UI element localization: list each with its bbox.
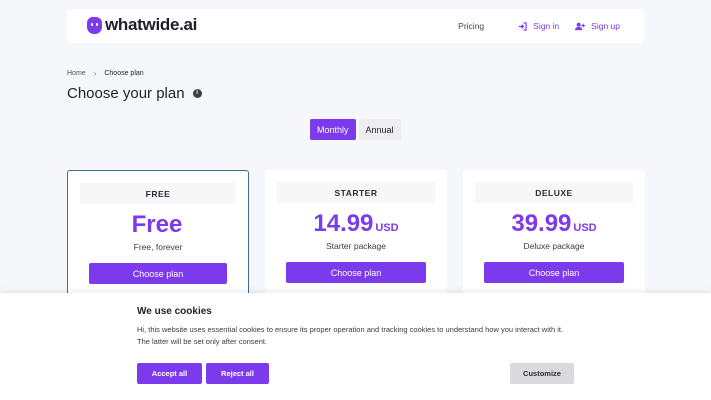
plan-price-currency: USD <box>573 222 597 234</box>
plan-price: 14.99 USD <box>265 210 447 238</box>
cookie-consent-banner: We use cookies Hi, this website uses ess… <box>0 293 711 400</box>
sign-up-link[interactable]: Sign up <box>575 21 620 31</box>
plan-card-free[interactable]: FREE Free Free, forever Choose plan <box>67 170 249 310</box>
annual-toggle-button[interactable]: Annual <box>358 119 401 140</box>
plan-name: FREE <box>80 183 236 204</box>
plan-price-amount: 14.99 <box>313 210 374 237</box>
breadcrumb: Home › Choose plan <box>67 69 144 78</box>
plan-description: Deluxe package <box>523 241 585 251</box>
page-title: Choose your plan i <box>67 85 202 102</box>
plan-description: Starter package <box>325 241 386 251</box>
plan-price-amount: 39.99 <box>511 210 572 237</box>
chevron-right-icon: › <box>93 69 97 78</box>
plan-name: STARTER <box>277 182 435 203</box>
billing-period-toggle: Monthly Annual <box>310 119 401 140</box>
logo-text: whatwide.ai <box>105 15 198 34</box>
plan-price-currency: USD <box>375 222 399 234</box>
sign-in-link[interactable]: Sign in <box>518 21 559 31</box>
customize-button[interactable]: Customize <box>510 363 574 384</box>
logo[interactable]: whatwide.ai <box>87 16 197 34</box>
plan-card-deluxe[interactable]: DELUXE 39.99 USD Deluxe package Choose pl… <box>463 170 645 310</box>
sign-up-label: Sign up <box>591 21 620 31</box>
nav-pricing-link[interactable]: Pricing <box>458 21 484 31</box>
sign-in-label: Sign in <box>533 21 560 31</box>
cookie-title: We use cookies <box>137 306 212 317</box>
plan-price: Free <box>68 211 248 239</box>
plan-price-amount: Free <box>131 211 183 238</box>
sign-in-icon <box>519 21 527 31</box>
choose-plan-button-free[interactable]: Choose plan <box>89 263 227 284</box>
accept-all-button[interactable]: Accept all <box>137 363 202 384</box>
info-icon[interactable]: i <box>192 89 202 98</box>
nav-links: Pricing Sign in Sign up <box>458 9 620 43</box>
logo-icon <box>87 16 102 34</box>
plan-description: Free, forever <box>133 242 183 252</box>
plan-name: DELUXE <box>475 182 633 203</box>
top-navbar: whatwide.ai Pricing Sign in Sign up <box>67 9 644 43</box>
plan-card-starter[interactable]: STARTER 14.99 USD Starter package Choose … <box>265 170 447 310</box>
choose-plan-button-deluxe[interactable]: Choose plan <box>484 262 624 283</box>
plan-price: 39.99 USD <box>463 210 645 238</box>
breadcrumb-home[interactable]: Home <box>67 70 86 77</box>
page-title-text: Choose your plan <box>67 85 185 102</box>
choose-plan-button-starter[interactable]: Choose plan <box>286 262 426 283</box>
reject-all-button[interactable]: Reject all <box>206 363 269 384</box>
add-user-icon <box>575 22 586 30</box>
breadcrumb-current: Choose plan <box>104 70 144 77</box>
cookie-text: Hi, this website uses essential cookies … <box>137 325 564 346</box>
monthly-toggle-button[interactable]: Monthly <box>310 119 356 140</box>
